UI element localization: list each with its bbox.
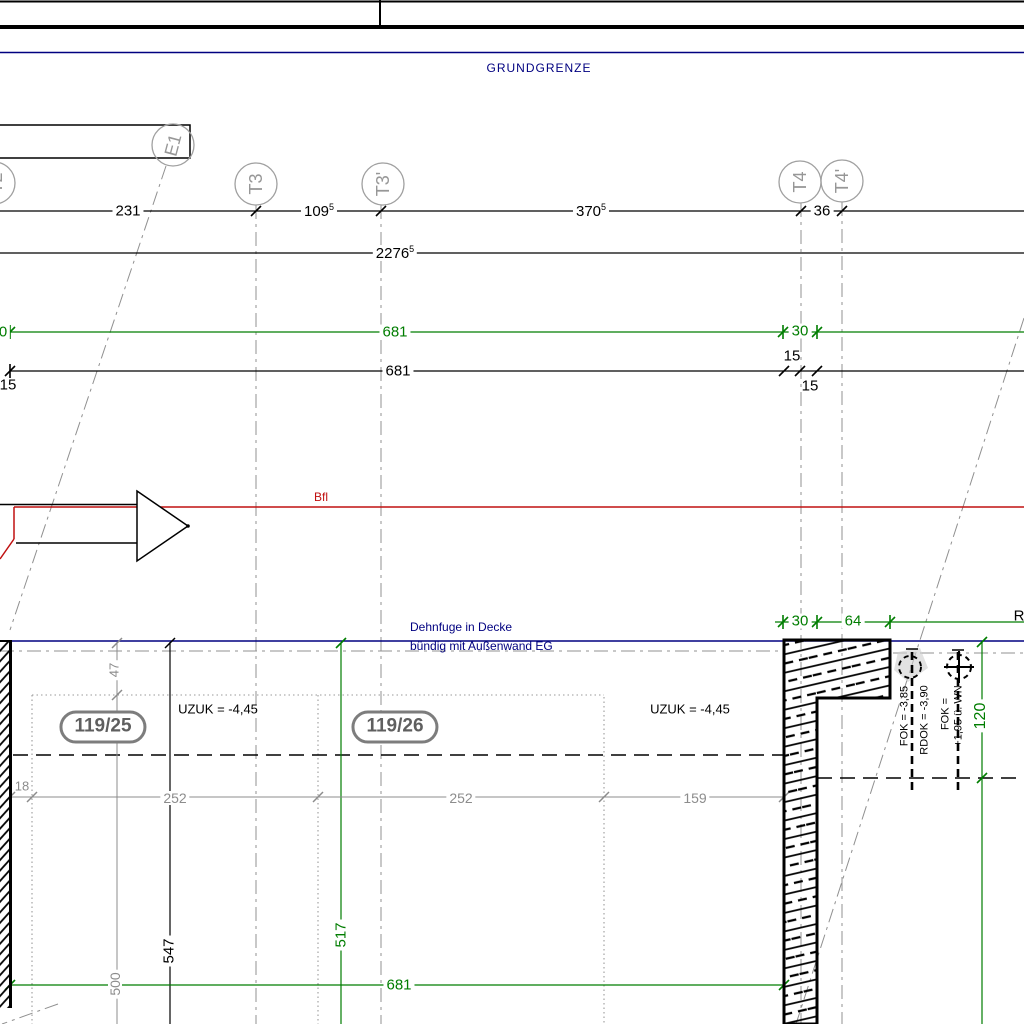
floor-plan-drawing: GRUNDGRENZE E1 T2 T3 T3' T4 T4' 231 1095…: [0, 0, 1024, 1024]
dim-15-below: 15: [802, 379, 819, 394]
bfl-diagonal: [0, 539, 14, 559]
dim-30-lower: 30: [789, 614, 812, 629]
dim-370-5: 3705: [573, 203, 609, 219]
fok-2-value: +1,95 ü. WN: [954, 685, 965, 746]
dim-681-top: 681: [379, 325, 410, 340]
axis-label-t2: T2: [0, 172, 5, 193]
dim-15-above: 15: [784, 349, 801, 364]
wall-right: [784, 640, 890, 1024]
dim-252-b: 252: [446, 791, 475, 805]
fok-385-label: FOK = -3,85: [900, 686, 911, 746]
axis-diagonal-e1: [10, 166, 166, 630]
dim-2276-5: 22765: [373, 245, 417, 261]
arrow-head: [137, 491, 188, 561]
parcel-badge-119-25: 119/25: [59, 711, 146, 744]
bfl-label: Bfl: [314, 491, 328, 503]
dim-36: 36: [811, 204, 834, 219]
dim-681-bottom: 681: [383, 978, 414, 993]
dim-517: 517: [334, 919, 349, 950]
dim-252-a: 252: [160, 791, 189, 805]
uzuk-label-right: UZUK = -4,45: [650, 703, 730, 716]
dim-18: 18: [15, 780, 29, 793]
dim-500: 500: [108, 969, 122, 998]
axis-label-t3p: T3': [374, 172, 392, 196]
dim-547: 547: [162, 935, 177, 966]
dehnfuge-note-line1: Dehnfuge in Decke: [410, 621, 512, 635]
dim-109-5: 1095: [301, 203, 337, 219]
parcel-badge-119-26: 119/26: [351, 711, 438, 744]
dehnfuge-note-line2: bündig mit Außenwand EG: [410, 640, 553, 654]
wall-left-hatch: [0, 640, 10, 1008]
plan-linework: [0, 0, 1024, 1024]
axis-label-t4p: T4': [833, 169, 851, 193]
dim-159: 159: [680, 791, 709, 805]
dim-120: 120: [973, 700, 989, 733]
dim-681-black: 681: [382, 364, 413, 379]
axis-label-t4: T4: [791, 171, 809, 192]
label-r-cut: R: [1014, 609, 1024, 624]
fok-2-label: FOK =: [941, 698, 952, 730]
grundgrenze-label: GRUNDGRENZE: [486, 62, 591, 74]
dim-231: 231: [112, 204, 143, 219]
axis-label-t3: T3: [247, 173, 265, 194]
dim-15-left: 15: [0, 378, 16, 393]
dim-47: 47: [108, 660, 121, 680]
dim-64: 64: [842, 614, 865, 629]
uzuk-label-left: UZUK = -4,45: [178, 703, 258, 716]
rdok-390-label: RDOK = -3,90: [920, 685, 931, 754]
arrow-tip-dot: [186, 524, 190, 528]
dim-30-top: 30: [789, 324, 812, 339]
dim-green-cut: 0: [0, 325, 10, 340]
